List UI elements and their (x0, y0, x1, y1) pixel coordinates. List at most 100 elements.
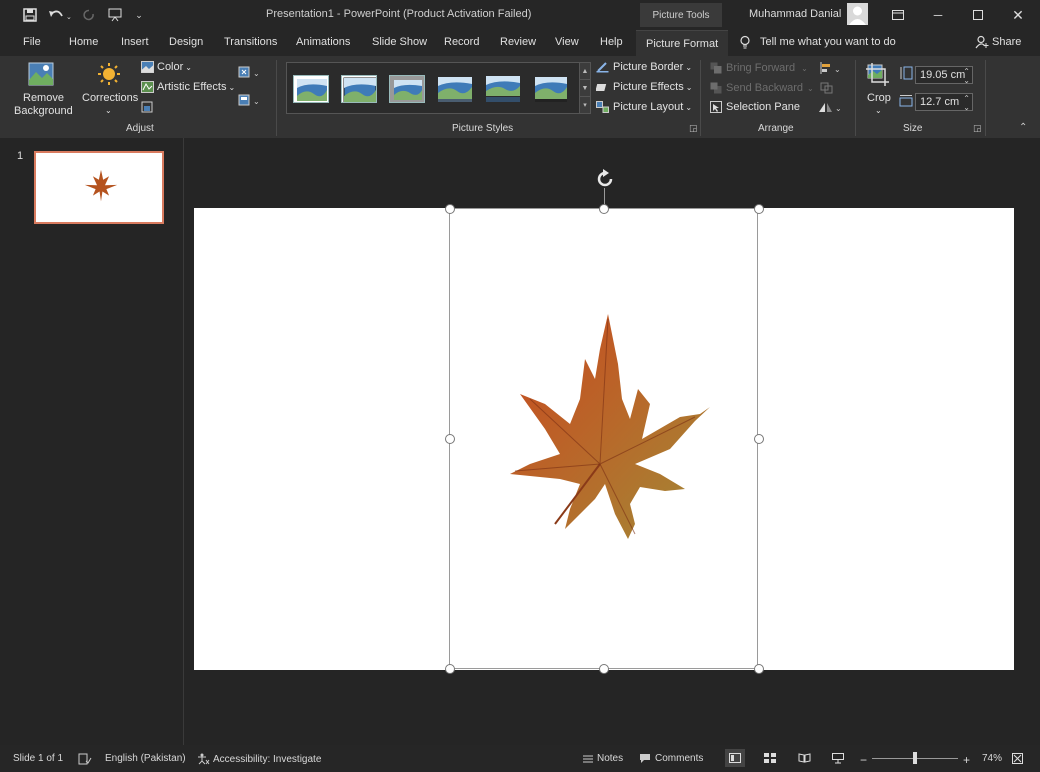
language-label[interactable]: English (Pakistan) (105, 753, 186, 764)
height-input[interactable]: 19.05 cm ⌃ ⌄ (915, 66, 973, 85)
reset-picture-icon[interactable]: ⌄ (238, 94, 262, 109)
compress-pictures-icon[interactable]: ⌄ (238, 66, 262, 81)
slide-thumbnail[interactable] (34, 151, 164, 224)
resize-handle-top[interactable] (599, 204, 609, 214)
ribbon-display-options-icon[interactable] (884, 5, 912, 25)
remove-background-label-1[interactable]: Remove (23, 92, 64, 104)
maple-leaf-image (510, 314, 710, 539)
comments-button[interactable]: Comments (639, 753, 703, 764)
maximize-icon[interactable] (964, 5, 992, 25)
crop-dropdown-icon[interactable]: ⌄ (875, 106, 882, 115)
gallery-more-icon[interactable]: ▾ (579, 96, 591, 114)
tab-review[interactable]: Review (500, 36, 536, 48)
zoom-out-icon[interactable]: − (860, 753, 867, 767)
group-separator (700, 60, 701, 136)
rotate-icon[interactable]: ⌄ (818, 101, 842, 116)
picture-style-3[interactable] (389, 75, 425, 103)
user-avatar-icon[interactable] (847, 3, 868, 25)
picture-styles-gallery[interactable] (286, 62, 580, 114)
bring-forward-button[interactable]: Bring Forward ⌄ (710, 62, 808, 74)
change-picture-icon[interactable] (141, 101, 153, 116)
zoom-slider-thumb[interactable] (913, 752, 917, 764)
save-icon[interactable] (20, 6, 40, 24)
gallery-scroll-down-icon[interactable]: ▼ (579, 79, 591, 97)
spell-check-icon[interactable] (78, 753, 92, 765)
gallery-scroll-up-icon[interactable]: ▲ (579, 62, 591, 80)
resize-handle-bottom-left[interactable] (445, 664, 455, 674)
tab-record[interactable]: Record (444, 36, 479, 48)
zoom-level[interactable]: 74% (982, 753, 1002, 764)
picture-style-1[interactable] (293, 75, 329, 103)
picture-style-2[interactable] (341, 75, 377, 103)
resize-handle-top-right[interactable] (754, 204, 764, 214)
remove-background-label-2[interactable]: Background (14, 105, 73, 117)
selected-picture[interactable] (449, 208, 758, 669)
resize-handle-left[interactable] (445, 434, 455, 444)
send-backward-button[interactable]: Send Backward ⌄ (710, 82, 814, 94)
resize-handle-bottom-right[interactable] (754, 664, 764, 674)
group-objects-icon[interactable] (820, 82, 834, 97)
start-from-beginning-icon[interactable] (106, 6, 126, 24)
tab-animations[interactable]: Animations (296, 36, 350, 48)
share-button[interactable]: Share (975, 35, 1021, 49)
picture-style-6[interactable] (533, 75, 569, 103)
tab-file[interactable]: File (23, 36, 41, 48)
color-button[interactable]: Color ⌄ (141, 61, 192, 73)
user-name[interactable]: Muhammad Danial (749, 8, 841, 20)
crop-icon[interactable] (865, 62, 891, 91)
slide[interactable] (194, 204, 1014, 674)
picture-style-5[interactable] (485, 75, 521, 103)
width-input[interactable]: 12.7 cm ⌃ ⌄ (915, 93, 973, 112)
resize-handle-top-left[interactable] (445, 204, 455, 214)
resize-handle-bottom[interactable] (599, 664, 609, 674)
height-spinner-icon[interactable]: ⌃ ⌄ (963, 67, 970, 85)
undo-icon[interactable]: ⌄ (46, 6, 74, 24)
tab-view[interactable]: View (555, 36, 579, 48)
tab-picture-format[interactable]: Picture Format (636, 30, 729, 57)
tell-me-search[interactable]: Tell me what you want to do (738, 35, 896, 49)
size-launcher-icon[interactable]: ◲ (973, 123, 982, 134)
accessibility-button[interactable]: Accessibility: Investigate (197, 753, 321, 765)
customize-toolbar-icon[interactable]: ⌄ (132, 6, 146, 24)
reading-view-icon[interactable] (798, 753, 811, 763)
tab-transitions[interactable]: Transitions (224, 36, 277, 48)
collapse-ribbon-icon[interactable]: ⌃ (1019, 122, 1027, 133)
tab-insert[interactable]: Insert (121, 36, 149, 48)
slide-show-icon[interactable] (832, 753, 844, 764)
zoom-slider[interactable] (872, 752, 958, 764)
minimize-icon[interactable]: ─ (924, 5, 952, 25)
shape-height-icon (899, 66, 913, 83)
zoom-in-icon[interactable]: + (963, 753, 970, 767)
selection-pane-icon (710, 101, 722, 113)
crop-label[interactable]: Crop (867, 92, 891, 104)
picture-layout-button[interactable]: Picture Layout ⌄ (596, 101, 692, 113)
svg-text:⌄: ⌄ (66, 14, 72, 21)
rotation-handle-icon[interactable] (594, 168, 616, 193)
picture-styles-launcher-icon[interactable]: ◲ (689, 123, 698, 134)
artistic-effects-dropdown-icon: ⌄ (228, 82, 236, 92)
picture-effects-button[interactable]: Picture Effects ⌄ (596, 81, 692, 93)
tab-slide-show[interactable]: Slide Show (372, 36, 427, 48)
slide-sorter-icon[interactable] (764, 753, 776, 763)
remove-background-icon[interactable] (28, 62, 56, 90)
picture-style-4[interactable] (437, 75, 473, 103)
selection-pane-button[interactable]: Selection Pane (710, 101, 800, 113)
picture-border-button[interactable]: Picture Border ⌄ (596, 61, 692, 73)
width-spinner-icon[interactable]: ⌃ ⌄ (963, 94, 970, 112)
corrections-label[interactable]: Corrections (82, 92, 138, 104)
resize-handle-right[interactable] (754, 434, 764, 444)
corrections-dropdown-icon[interactable]: ⌄ (105, 106, 112, 115)
artistic-effects-button[interactable]: Artistic Effects ⌄ (141, 81, 235, 93)
close-icon[interactable]: ✕ (1004, 5, 1032, 25)
artistic-effects-icon (141, 81, 154, 93)
tab-home[interactable]: Home (69, 36, 98, 48)
redo-icon[interactable] (80, 6, 98, 24)
notes-button[interactable]: Notes (582, 753, 623, 764)
tab-help[interactable]: Help (600, 36, 623, 48)
group-separator (855, 60, 856, 136)
normal-view-icon[interactable] (725, 749, 745, 767)
tab-design[interactable]: Design (169, 36, 203, 48)
align-icon[interactable]: ⌄ (820, 62, 842, 77)
corrections-sun-icon[interactable] (95, 62, 123, 90)
fit-slide-icon[interactable] (1012, 753, 1023, 764)
